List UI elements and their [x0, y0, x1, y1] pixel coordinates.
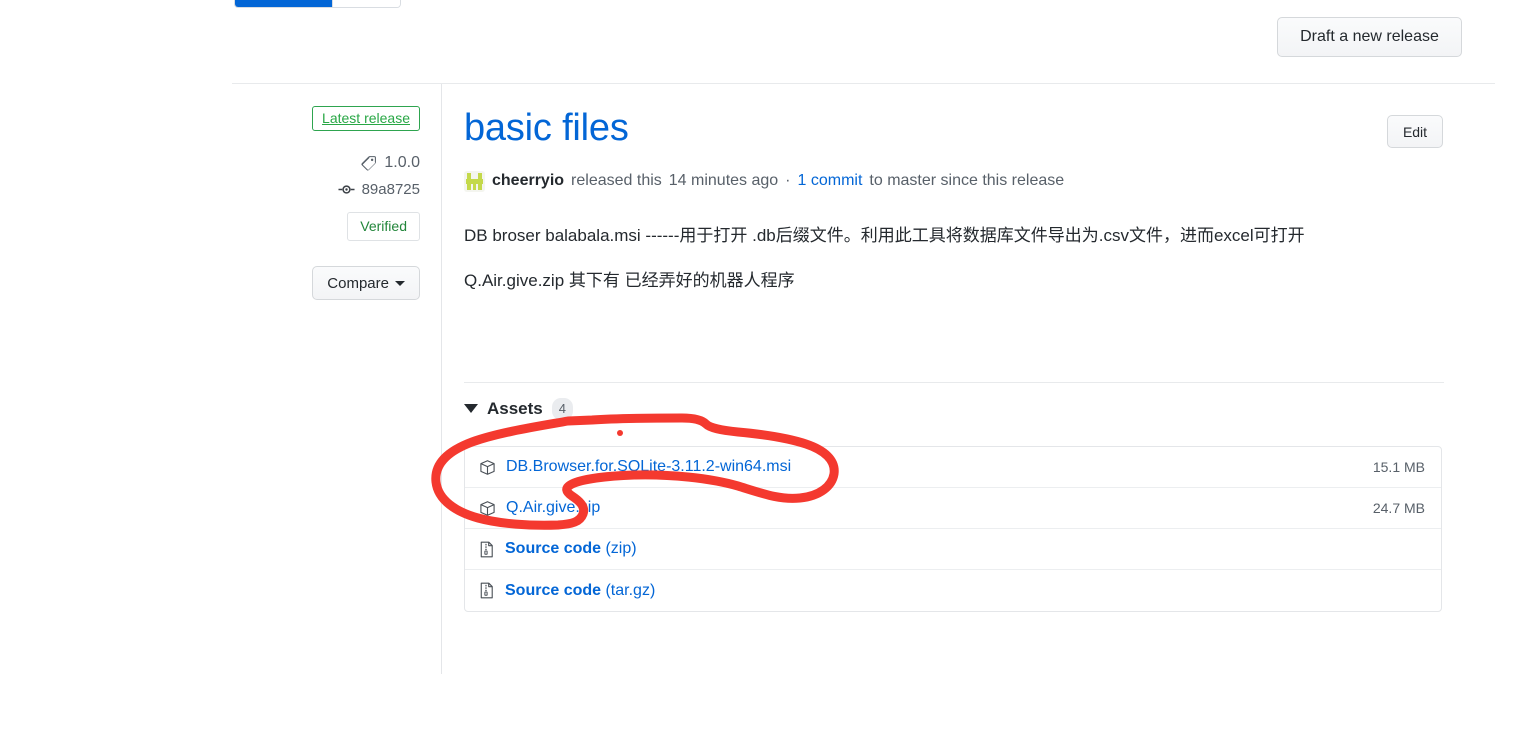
asset-size: 24.7 MB — [1372, 500, 1425, 516]
assets-table: DB.Browser.for.SQLite-3.11.2-win64.msi 1… — [464, 446, 1442, 612]
table-row[interactable]: Q.Air.give.zip 24.7 MB — [465, 488, 1441, 529]
verified-badge[interactable]: Verified — [347, 212, 420, 242]
release-timestamp: 14 minutes ago — [668, 172, 779, 190]
file-zip-icon — [479, 582, 495, 599]
release-commit[interactable]: 89a8725 — [232, 181, 420, 198]
assets-count-badge: 4 — [551, 398, 573, 420]
release-body-paragraph: DB broser balabala.msi ------用于打开 .db后缀文… — [464, 225, 1305, 245]
assets-section-header[interactable]: Assets 4 — [464, 398, 573, 420]
package-icon — [479, 459, 496, 476]
draft-new-release-button[interactable]: Draft a new release — [1277, 17, 1462, 57]
table-row[interactable]: Source code (zip) — [465, 529, 1441, 570]
column-divider — [441, 84, 442, 674]
tag-icon — [360, 155, 377, 172]
assets-divider — [464, 382, 1444, 383]
compare-button[interactable]: Compare — [312, 266, 420, 301]
asset-name-link[interactable]: Source code (zip) — [505, 540, 1425, 558]
release-commit-label: 89a8725 — [361, 181, 420, 199]
release-byline: cheerryio released this 14 minutes ago ·… — [464, 170, 1444, 192]
commit-icon — [338, 182, 355, 197]
file-zip-icon — [479, 541, 495, 558]
release-meta-sidebar: Latest release 1.0.0 89a8725 Verified Co… — [232, 106, 420, 301]
release-title[interactable]: basic files — [464, 107, 1444, 150]
asset-name-link[interactable]: DB.Browser.for.SQLite-3.11.2-win64.msi — [506, 458, 1373, 476]
tab-releases[interactable]: Releases — [235, 0, 333, 7]
release-content: basic files cheerryio released this 14 m… — [464, 107, 1444, 295]
asset-name-link[interactable]: Q.Air.give.zip — [506, 499, 1373, 517]
table-row[interactable]: DB.Browser.for.SQLite-3.11.2-win64.msi 1… — [465, 447, 1441, 488]
avatar[interactable] — [464, 170, 485, 192]
asset-name-link[interactable]: Source code (tar.gz) — [505, 582, 1425, 600]
release-tabs[interactable]: Releases Tags — [234, 0, 402, 8]
latest-release-badge[interactable]: Latest release — [312, 106, 420, 132]
triangle-down-icon[interactable] — [464, 404, 478, 414]
commit-count-link[interactable]: 1 commit — [798, 172, 863, 190]
byline-released-text: released this — [571, 172, 662, 190]
byline-tail-text: to master since this release — [869, 172, 1065, 190]
package-icon — [479, 500, 496, 517]
compare-button-label: Compare — [327, 274, 389, 292]
release-body-paragraph: Q.Air.give.zip 其下有 已经弄好的机器人程序 — [464, 271, 795, 291]
header-divider — [232, 83, 1495, 84]
release-tag[interactable]: 1.0.0 — [232, 154, 420, 172]
tab-tags[interactable]: Tags — [332, 0, 401, 7]
asset-size: 15.1 MB — [1372, 459, 1425, 475]
assets-label: Assets — [487, 398, 543, 418]
release-tag-label: 1.0.0 — [384, 154, 420, 172]
byline-separator: · — [785, 172, 791, 190]
table-row[interactable]: Source code (tar.gz) — [465, 570, 1441, 611]
release-author-link[interactable]: cheerryio — [492, 172, 564, 190]
caret-down-icon — [395, 280, 405, 286]
